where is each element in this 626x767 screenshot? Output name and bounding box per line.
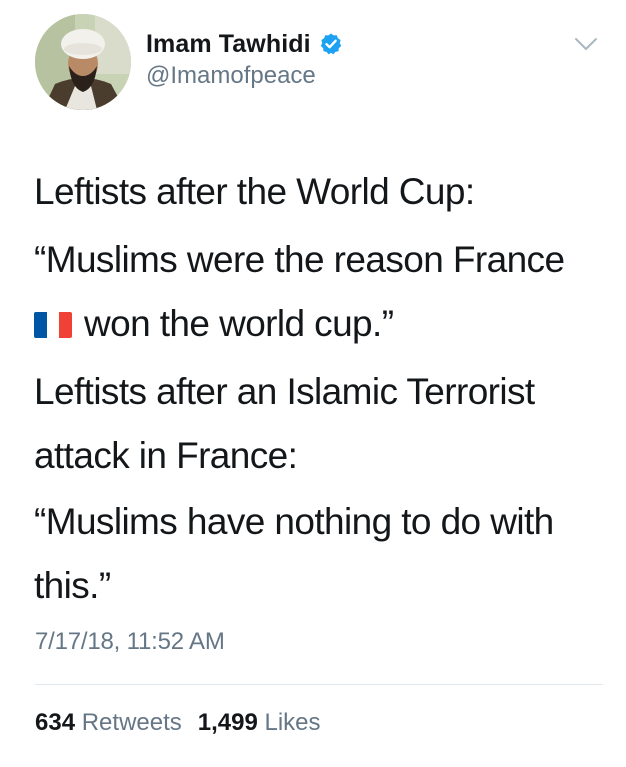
tweet-text: Leftists after the World Cup: [34,171,475,212]
chevron-down-icon[interactable] [574,36,598,52]
tweet-quote-1: “Muslims were the reason France won the … [34,228,604,356]
name-row: Imam Tawhidi [146,28,343,60]
tweet-text-block: Leftists after an Islamic Terrorist atta… [34,360,604,488]
display-name[interactable]: Imam Tawhidi [146,30,311,59]
verified-badge-icon [319,32,343,56]
avatar-image [35,14,131,110]
tweet-text: attack in France: [34,435,298,476]
tweet-timestamp[interactable]: 7/17/18, 11:52 AM [35,628,225,656]
user-handle[interactable]: @Imamofpeace [146,62,316,90]
likes-count: 1,499 [197,709,258,736]
tweet-card: Imam Tawhidi @Imamofpeace Leftists after… [0,0,626,767]
likes-stat[interactable]: 1,499 Likes [198,709,321,736]
tweet-text-line: won the world cup.” [34,292,604,356]
retweets-stat[interactable]: 634 Retweets [35,709,182,736]
divider [35,684,603,685]
france-flag-icon [34,312,72,338]
tweet-text: this.” [34,565,111,606]
tweet-text-line: Leftists after the World Cup: [34,160,604,224]
tweet-text: “Muslims were the reason France [34,239,565,280]
tweet-stats: 634 Retweets 1,499 Likes [35,709,321,737]
tweet-text: “Muslims have nothing to do with [34,501,554,542]
tweet-text: won the world cup.” [84,303,394,344]
retweets-label: Retweets [81,709,182,736]
avatar[interactable] [35,14,131,110]
likes-label: Likes [264,709,321,736]
tweet-quote-2: “Muslims have nothing to do with this.” [34,490,604,618]
tweet-text: Leftists after an Islamic Terrorist [34,371,535,412]
retweets-count: 634 [35,709,76,736]
